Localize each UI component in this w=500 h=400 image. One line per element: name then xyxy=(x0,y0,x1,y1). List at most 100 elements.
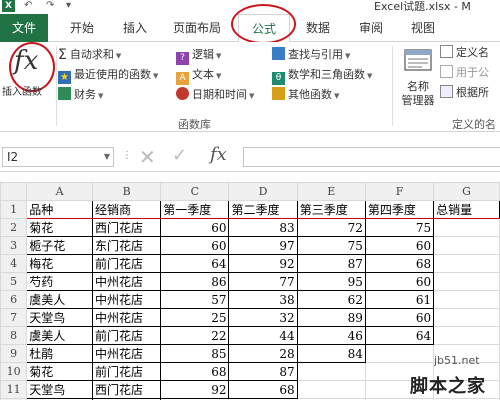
cell[interactable]: 87 xyxy=(228,362,298,381)
column-header[interactable]: C xyxy=(160,182,230,201)
column-header[interactable]: G xyxy=(433,182,500,201)
cell[interactable]: 栀子花 xyxy=(26,236,94,255)
formula-input[interactable] xyxy=(243,147,500,167)
cell[interactable]: 83 xyxy=(228,218,298,237)
cell[interactable]: 西门花店 xyxy=(92,380,162,399)
lookup-reference-button[interactable]: 查找与引用 ▼ xyxy=(272,46,350,64)
cell[interactable]: 25 xyxy=(160,308,230,327)
tab-view[interactable]: 视图 xyxy=(398,14,448,42)
enter-icon[interactable]: ✓ xyxy=(172,145,187,166)
cell[interactable]: 77 xyxy=(228,272,298,291)
autosum-button[interactable]: Σ 自动求和 ▼ xyxy=(58,46,121,64)
row-header[interactable]: 2 xyxy=(0,218,28,237)
empty-cell[interactable] xyxy=(296,362,366,381)
select-all-corner[interactable] xyxy=(0,182,28,201)
row-header[interactable]: 3 xyxy=(0,236,28,255)
cell[interactable]: 84 xyxy=(296,344,366,363)
cell[interactable]: 75 xyxy=(364,218,435,237)
row-header[interactable]: 9 xyxy=(0,344,28,363)
formula-bar-resize-handle[interactable]: ⋮ xyxy=(122,150,132,161)
cell[interactable]: 西门花店 xyxy=(92,218,162,237)
cell[interactable]: 57 xyxy=(160,290,230,309)
empty-cell[interactable] xyxy=(433,290,500,309)
cell[interactable]: 89 xyxy=(296,308,366,327)
row-header[interactable]: 4 xyxy=(0,254,28,273)
header-cell[interactable]: 品种 xyxy=(26,200,94,219)
tab-review[interactable]: 审阅 xyxy=(346,14,396,42)
cell[interactable]: 97 xyxy=(228,236,298,255)
header-cell[interactable]: 第三季度 xyxy=(296,200,366,219)
cell[interactable]: 菊花 xyxy=(26,218,94,237)
column-header[interactable]: F xyxy=(364,182,435,201)
column-header[interactable]: D xyxy=(228,182,298,201)
cell[interactable]: 60 xyxy=(160,236,230,255)
cell[interactable]: 中州花店 xyxy=(92,308,162,327)
cell[interactable]: 38 xyxy=(228,290,298,309)
cell[interactable]: 60 xyxy=(364,272,435,291)
header-cell[interactable]: 第一季度 xyxy=(160,200,230,219)
customize-quick-access-icon[interactable]: ▾ xyxy=(66,0,71,12)
tab-file[interactable]: 文件 xyxy=(0,14,48,42)
math-trig-button[interactable]: θ 数学和三角函数 ▼ xyxy=(272,66,372,85)
insert-function-icon[interactable]: fx xyxy=(210,144,227,165)
row-header[interactable]: 11 xyxy=(0,380,28,399)
undo-icon[interactable]: ↶ xyxy=(24,0,32,12)
empty-cell[interactable] xyxy=(433,272,500,291)
column-header[interactable]: B xyxy=(92,182,162,201)
tab-data[interactable]: 数据 xyxy=(293,14,343,42)
cell[interactable]: 92 xyxy=(228,254,298,273)
empty-cell[interactable] xyxy=(433,218,500,237)
cell[interactable]: 28 xyxy=(228,344,298,363)
use-in-formula-button[interactable]: 用于公 xyxy=(440,64,489,82)
cell[interactable]: 95 xyxy=(296,272,366,291)
cell[interactable]: 芍药 xyxy=(26,272,94,291)
header-cell[interactable]: 第四季度 xyxy=(364,200,435,219)
row-header[interactable]: 8 xyxy=(0,326,28,345)
cell[interactable]: 东门花店 xyxy=(92,236,162,255)
row-header[interactable]: 7 xyxy=(0,308,28,327)
define-name-button[interactable]: 定义名 xyxy=(440,44,489,62)
cell[interactable]: 86 xyxy=(160,272,230,291)
column-header[interactable]: A xyxy=(26,182,94,201)
cell[interactable]: 虞美人 xyxy=(26,290,94,309)
cell[interactable]: 杜鹃 xyxy=(26,344,94,363)
empty-cell[interactable] xyxy=(433,326,500,345)
redo-icon[interactable]: ↷ xyxy=(46,0,54,12)
cell[interactable]: 前门花店 xyxy=(92,326,162,345)
tab-formulas[interactable]: 公式 xyxy=(238,14,290,43)
cancel-icon[interactable]: ✕ xyxy=(139,145,156,169)
cell[interactable]: 68 xyxy=(228,380,298,399)
tab-home[interactable]: 开始 xyxy=(57,14,107,42)
cell[interactable]: 85 xyxy=(160,344,230,363)
cell[interactable]: 62 xyxy=(296,290,366,309)
cell[interactable]: 60 xyxy=(364,236,435,255)
header-cell[interactable]: 第二季度 xyxy=(228,200,298,219)
cell[interactable]: 44 xyxy=(228,326,298,345)
cell[interactable]: 72 xyxy=(296,218,366,237)
empty-cell[interactable] xyxy=(433,254,500,273)
row-header[interactable]: 10 xyxy=(0,362,28,381)
chevron-down-icon[interactable]: ▼ xyxy=(104,148,110,166)
header-cell[interactable]: 经销商 xyxy=(92,200,162,219)
row-header[interactable]: 6 xyxy=(0,290,28,309)
cell[interactable]: 92 xyxy=(160,380,230,399)
cell[interactable]: 天堂鸟 xyxy=(26,308,94,327)
column-header[interactable]: E xyxy=(296,182,366,201)
cell[interactable]: 46 xyxy=(296,326,366,345)
row-header[interactable]: 5 xyxy=(0,272,28,291)
name-box[interactable]: I2 ▼ xyxy=(2,147,114,167)
cell[interactable]: 虞美人 xyxy=(26,326,94,345)
cell[interactable]: 61 xyxy=(364,290,435,309)
cell[interactable]: 87 xyxy=(296,254,366,273)
more-functions-button[interactable]: 其他函数 ▼ xyxy=(272,86,339,104)
row-header[interactable]: 1 xyxy=(0,200,28,219)
cell[interactable]: 64 xyxy=(160,254,230,273)
date-time-button[interactable]: 日期和时间 ▼ xyxy=(176,86,254,104)
empty-cell[interactable] xyxy=(364,344,435,363)
cell[interactable]: 前门花店 xyxy=(92,362,162,381)
create-from-selection-button[interactable]: 根据所 xyxy=(440,84,489,102)
recent-functions-button[interactable]: ★ 最近使用的函数 ▼ xyxy=(58,66,158,84)
cell[interactable]: 32 xyxy=(228,308,298,327)
cell[interactable]: 前门花店 xyxy=(92,254,162,273)
cell[interactable]: 中州花店 xyxy=(92,344,162,363)
